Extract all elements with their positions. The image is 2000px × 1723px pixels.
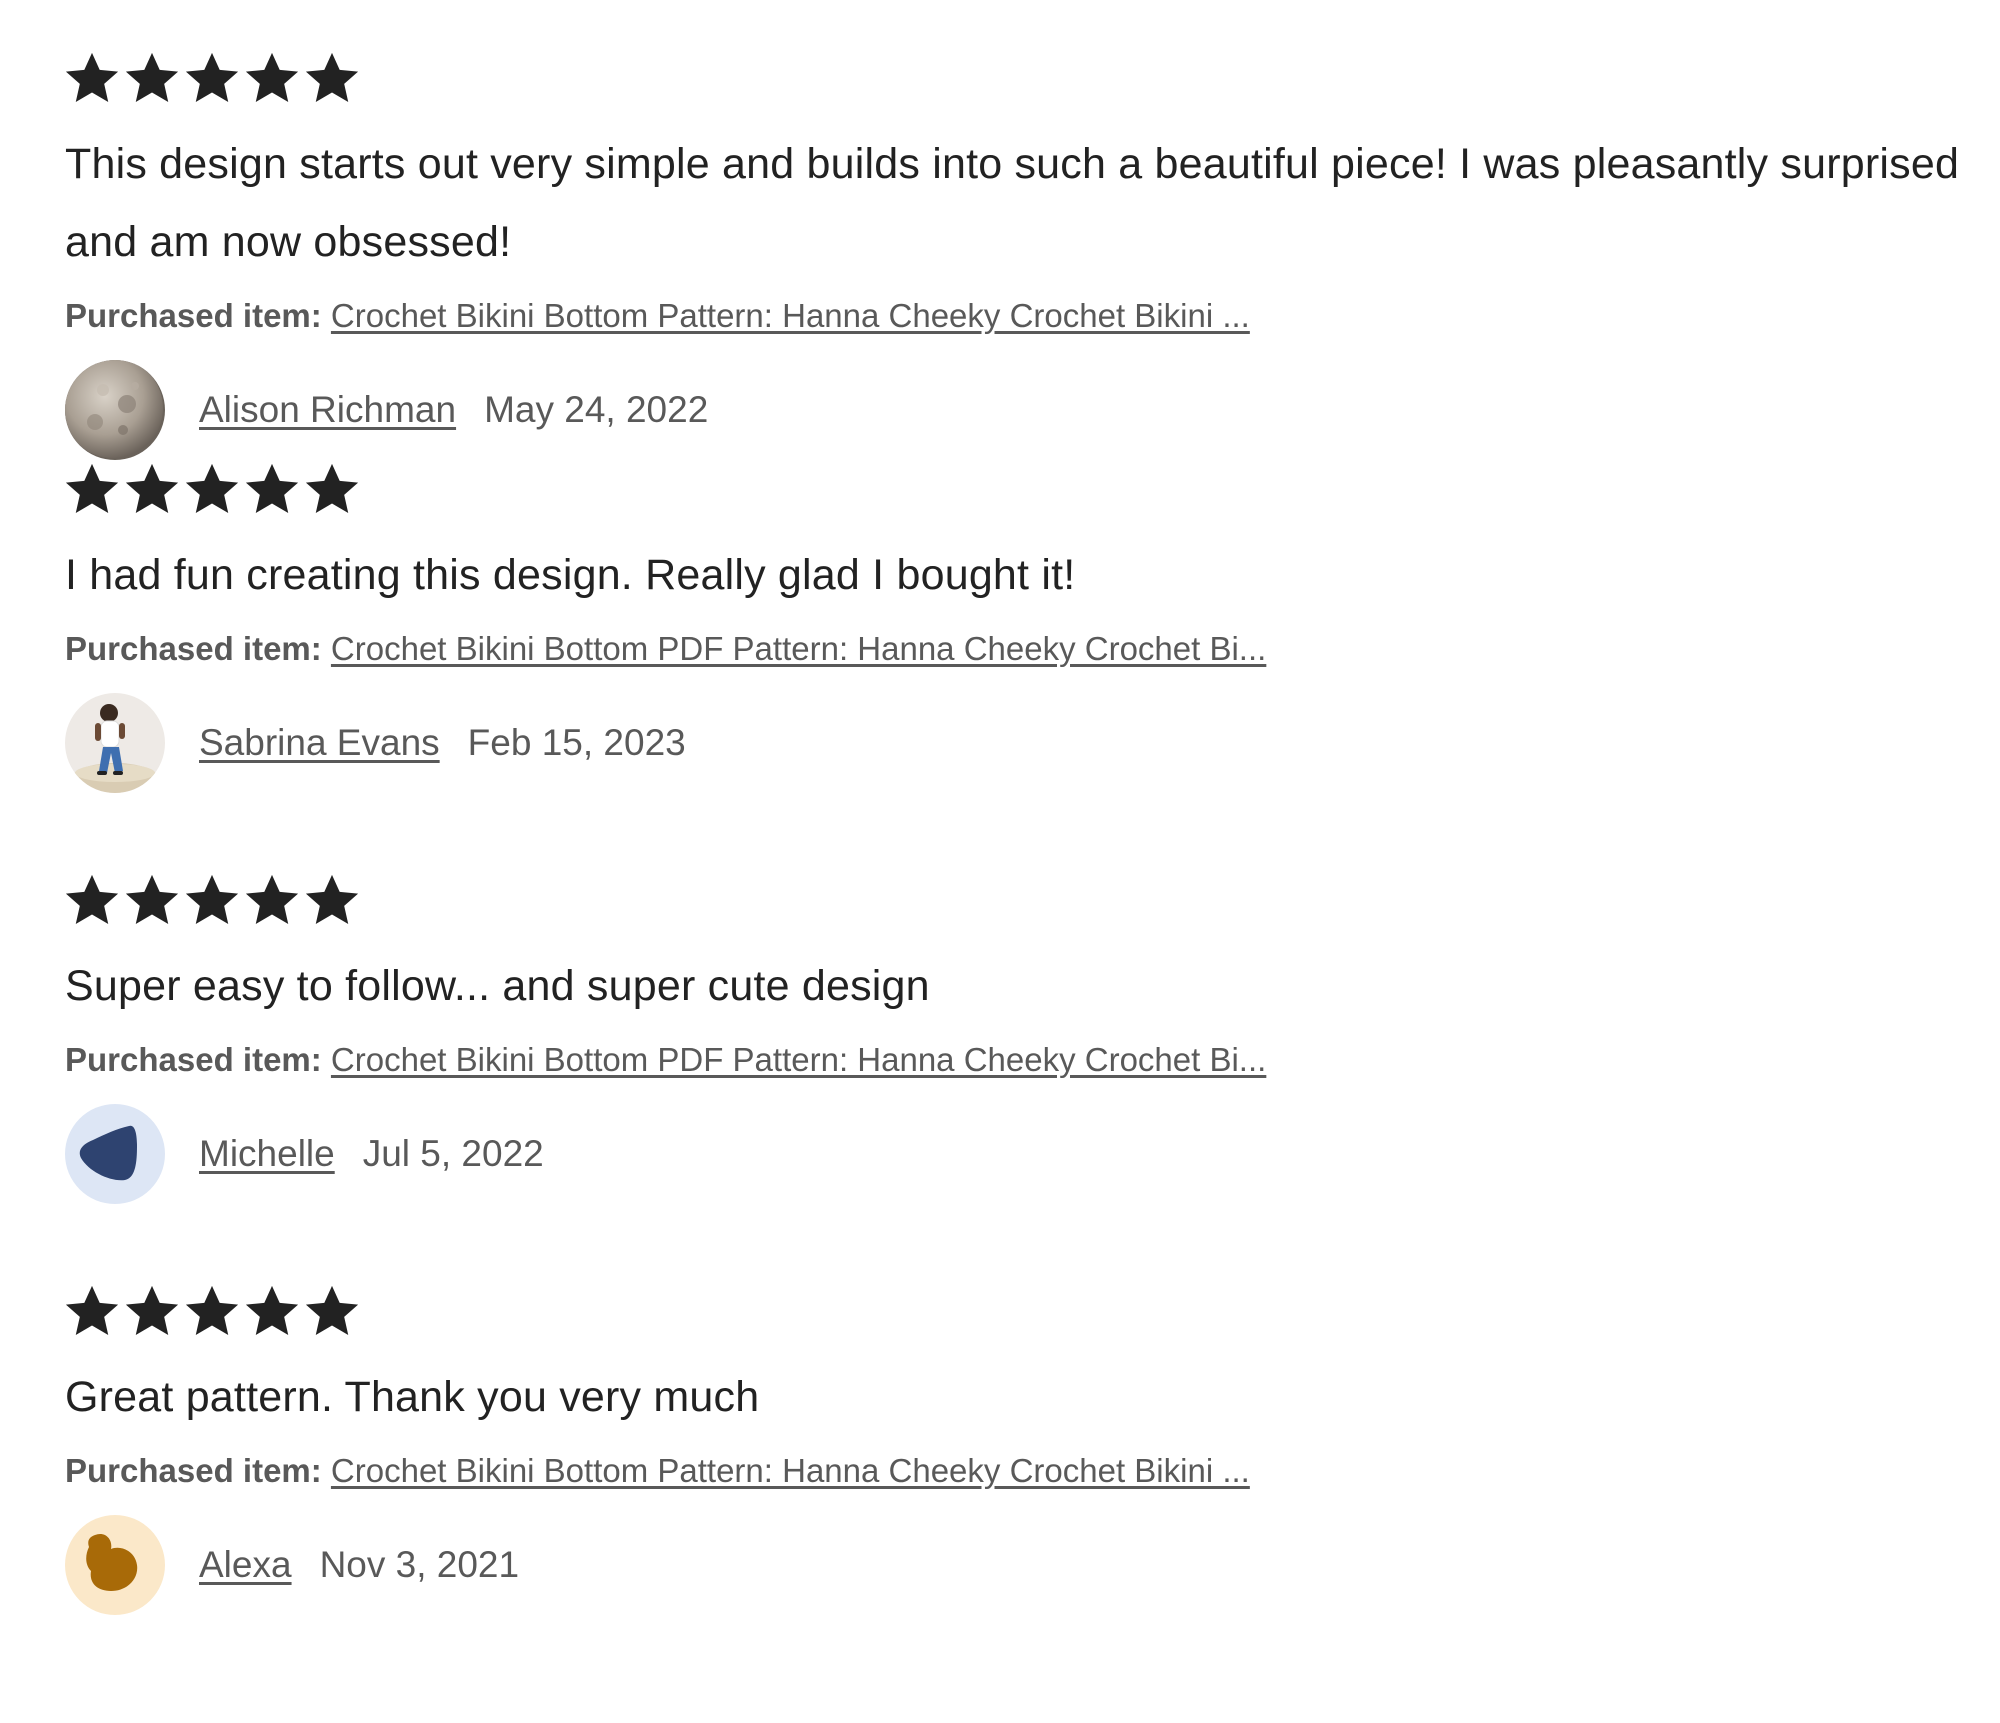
review-item: Great pattern. Thank you very much Purch… <box>65 1283 1965 1694</box>
star-icon <box>123 872 181 930</box>
reviewer-info: Alexa Nov 3, 2021 <box>65 1515 1965 1615</box>
purchased-item-label: Purchased item: <box>65 1452 322 1489</box>
review-item: Super easy to follow... and super cute d… <box>65 872 1965 1283</box>
reviewer-info: Alison Richman May 24, 2022 <box>65 360 1965 460</box>
reviewer-name-link[interactable]: Alexa <box>199 1544 292 1586</box>
blue-blob-avatar-icon <box>65 1104 165 1204</box>
star-icon <box>243 50 301 108</box>
star-icon <box>123 461 181 519</box>
purchased-item-label: Purchased item: <box>65 630 322 667</box>
review-date: Feb 15, 2023 <box>467 722 686 763</box>
star-icon <box>303 1283 361 1341</box>
reviewer-name-link[interactable]: Michelle <box>199 1133 335 1175</box>
review-item: This design starts out very simple and b… <box>65 50 1965 461</box>
review-text: Super easy to follow... and super cute d… <box>65 962 930 1010</box>
star-icon <box>183 1283 241 1341</box>
star-rating <box>63 461 1965 519</box>
review-text: Great pattern. Thank you very much <box>65 1373 760 1421</box>
purchased-item-link[interactable]: Crochet Bikini Bottom Pattern: Hanna Che… <box>331 1452 1250 1489</box>
purchased-item: Purchased item: Crochet Bikini Bottom Pa… <box>65 1449 1965 1493</box>
purchased-item-link[interactable]: Crochet Bikini Bottom Pattern: Hanna Che… <box>331 297 1250 334</box>
star-icon <box>183 50 241 108</box>
reviewer-avatar[interactable] <box>65 1515 165 1615</box>
review-date: Nov 3, 2021 <box>319 1544 520 1585</box>
star-icon <box>63 1283 121 1341</box>
reviewer-avatar[interactable] <box>65 693 165 793</box>
purchased-item: Purchased item: Crochet Bikini Bottom PD… <box>65 627 1965 671</box>
brown-blob-avatar-icon <box>65 1515 165 1615</box>
reviewer-avatar[interactable] <box>65 360 165 460</box>
reviewer-name-link[interactable]: Alison Richman <box>199 389 456 431</box>
reviews-list: This design starts out very simple and b… <box>65 50 1965 1694</box>
star-icon <box>183 872 241 930</box>
review-text: This design starts out very simple and b… <box>65 140 1960 266</box>
star-icon <box>303 50 361 108</box>
purchased-item: Purchased item: Crochet Bikini Bottom PD… <box>65 1038 1965 1082</box>
star-icon <box>123 1283 181 1341</box>
purchased-item-link[interactable]: Crochet Bikini Bottom PDF Pattern: Hanna… <box>331 630 1266 667</box>
star-icon <box>243 1283 301 1341</box>
moon-photo-avatar-icon <box>65 360 165 460</box>
review-text: I had fun creating this design. Really g… <box>65 551 1076 599</box>
reviewer-avatar[interactable] <box>65 1104 165 1204</box>
reviewer-name-link[interactable]: Sabrina Evans <box>199 722 440 764</box>
person-photo-avatar-icon <box>65 693 165 793</box>
review-date: Jul 5, 2022 <box>362 1133 544 1174</box>
star-icon <box>243 461 301 519</box>
star-icon <box>243 872 301 930</box>
purchased-item: Purchased item: Crochet Bikini Bottom Pa… <box>65 294 1965 338</box>
star-icon <box>123 50 181 108</box>
purchased-item-link[interactable]: Crochet Bikini Bottom PDF Pattern: Hanna… <box>331 1041 1266 1078</box>
star-icon <box>63 50 121 108</box>
star-rating <box>63 872 1965 930</box>
review-date: May 24, 2022 <box>484 389 709 430</box>
reviewer-info: Michelle Jul 5, 2022 <box>65 1104 1965 1204</box>
star-icon <box>63 872 121 930</box>
star-icon <box>63 461 121 519</box>
star-icon <box>303 461 361 519</box>
purchased-item-label: Purchased item: <box>65 1041 322 1078</box>
star-icon <box>183 461 241 519</box>
review-item: I had fun creating this design. Really g… <box>65 461 1965 872</box>
purchased-item-label: Purchased item: <box>65 297 322 334</box>
star-icon <box>303 872 361 930</box>
star-rating <box>63 1283 1965 1341</box>
reviewer-info: Sabrina Evans Feb 15, 2023 <box>65 693 1965 793</box>
star-rating <box>63 50 1965 108</box>
